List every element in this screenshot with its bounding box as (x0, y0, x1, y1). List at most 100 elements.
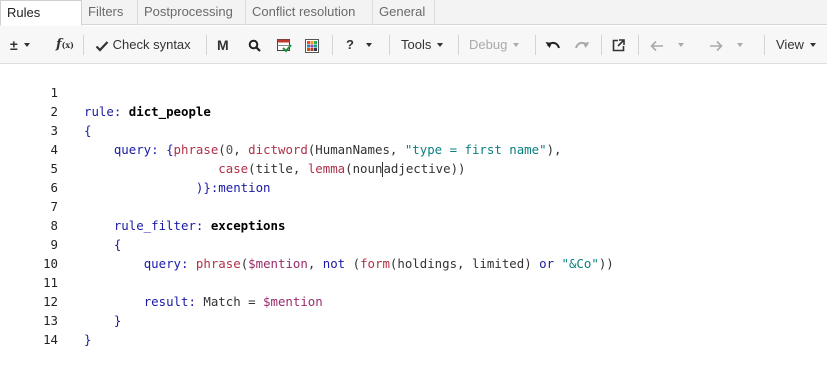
code-text: , (307, 256, 323, 271)
open-external-button[interactable] (612, 34, 625, 56)
tab-conflict-resolution[interactable]: Conflict resolution (246, 0, 373, 25)
code-text: ( (218, 142, 226, 157)
view-label: View (776, 37, 804, 52)
code-text: { (158, 142, 174, 157)
grid-button[interactable] (305, 34, 319, 56)
code-line: 11 result: Match = $mention (0, 254, 323, 309)
brace: } (84, 332, 92, 347)
line-content: query: phrase($mention, not (form(holdin… (84, 254, 614, 273)
function-button[interactable]: f(x) (56, 34, 74, 56)
toolbar-divider (638, 35, 639, 55)
code-line: 14 (0, 311, 58, 347)
chevron-down-icon (809, 42, 816, 47)
debug-dropdown[interactable]: Debug (469, 34, 520, 56)
plus-minus-dropdown[interactable]: ± (10, 34, 30, 56)
find-button[interactable] (248, 34, 261, 56)
code-line: 7 rule_filter: exceptions (0, 178, 286, 233)
function-name: phrase (173, 142, 219, 157)
table-check-button[interactable] (277, 34, 292, 56)
line-content: rule: dict_people (84, 102, 211, 121)
line-content: query: {phrase(0, dictword(HumanNames, "… (84, 140, 562, 159)
chevron-down-icon (365, 42, 372, 47)
redo-button[interactable] (574, 34, 590, 56)
chevron-down-icon (513, 42, 520, 47)
brace: } (113, 313, 122, 328)
search-icon (248, 39, 261, 52)
chevron-down-icon (678, 42, 684, 47)
code-text: (title, (248, 161, 308, 176)
code-line: 6 (0, 159, 58, 195)
view-dropdown[interactable]: View (776, 34, 816, 56)
toolbar-divider (535, 35, 536, 55)
external-link-icon (612, 39, 625, 52)
tab-filters[interactable]: Filters (82, 0, 138, 25)
filter-name: exceptions (210, 218, 286, 233)
code-text: , (233, 142, 249, 157)
code-text: )}: (195, 180, 219, 195)
line-content: { (84, 121, 91, 140)
code-text: (holdings, limited) (389, 256, 540, 271)
plus-minus-icon: ± (10, 37, 18, 53)
toolbar-divider (389, 35, 390, 55)
line-content: } (84, 311, 121, 330)
keyword: query: (113, 142, 159, 157)
code-line: 2 { (0, 83, 92, 138)
arrow-left-icon (650, 40, 663, 51)
variable: $mention (263, 294, 323, 309)
redo-icon (575, 41, 590, 48)
code-editor[interactable]: 1 rule: dict_people 2 { 3 query: {phrase… (0, 64, 827, 347)
keyword: query: (143, 256, 189, 271)
tab-postprocessing[interactable]: Postprocessing (138, 0, 246, 25)
toolbar-divider (332, 35, 333, 55)
function-name: phrase (195, 256, 241, 271)
function-name: dictword (248, 142, 308, 157)
chevron-down-icon (737, 42, 743, 47)
brace: { (84, 123, 92, 138)
undo-button[interactable] (545, 34, 561, 56)
line-content: )}:mention (84, 178, 271, 197)
table-check-icon (277, 38, 292, 53)
help-dropdown[interactable]: ? (346, 34, 372, 56)
toolbar-divider (83, 35, 84, 55)
check-syntax-label: Check syntax (112, 37, 191, 52)
checkmark-icon (95, 40, 109, 52)
code-line: 9 query: phrase($mention, not (form(hold… (0, 216, 614, 271)
function-icon-sub: (x) (61, 40, 74, 50)
code-line: 4 case(title, lemma(nounadjective)) (0, 121, 466, 177)
line-content: result: Match = $mention (84, 292, 323, 311)
keyword: rule: (84, 104, 122, 119)
line-content: { (84, 235, 121, 254)
back-dropdown[interactable] (650, 34, 684, 56)
keyword: mention (218, 180, 271, 195)
tab-general[interactable]: General (373, 0, 435, 25)
function-name: lemma (307, 161, 346, 176)
color-grid-icon (305, 38, 319, 53)
undo-icon (545, 41, 560, 48)
debug-label: Debug (469, 37, 508, 52)
code-text: Match = (195, 294, 264, 309)
toolbar-divider (764, 35, 765, 55)
forward-dropdown[interactable] (709, 34, 743, 56)
chevron-down-icon (23, 43, 30, 48)
tools-label: Tools (401, 37, 432, 52)
m-button[interactable]: M (217, 34, 229, 56)
tab-rules-editor[interactable]: Rules editor (0, 0, 82, 44)
code-text: (HumanNames, (307, 142, 405, 157)
code-text: adjective)) (383, 161, 466, 176)
code-text: )) (598, 256, 614, 271)
function-name: form (360, 256, 390, 271)
tools-dropdown[interactable]: Tools (401, 34, 444, 56)
line-content: rule_filter: exceptions (84, 216, 286, 235)
check-syntax-button[interactable]: Check syntax (95, 34, 191, 56)
code-line: 10 (0, 235, 58, 271)
